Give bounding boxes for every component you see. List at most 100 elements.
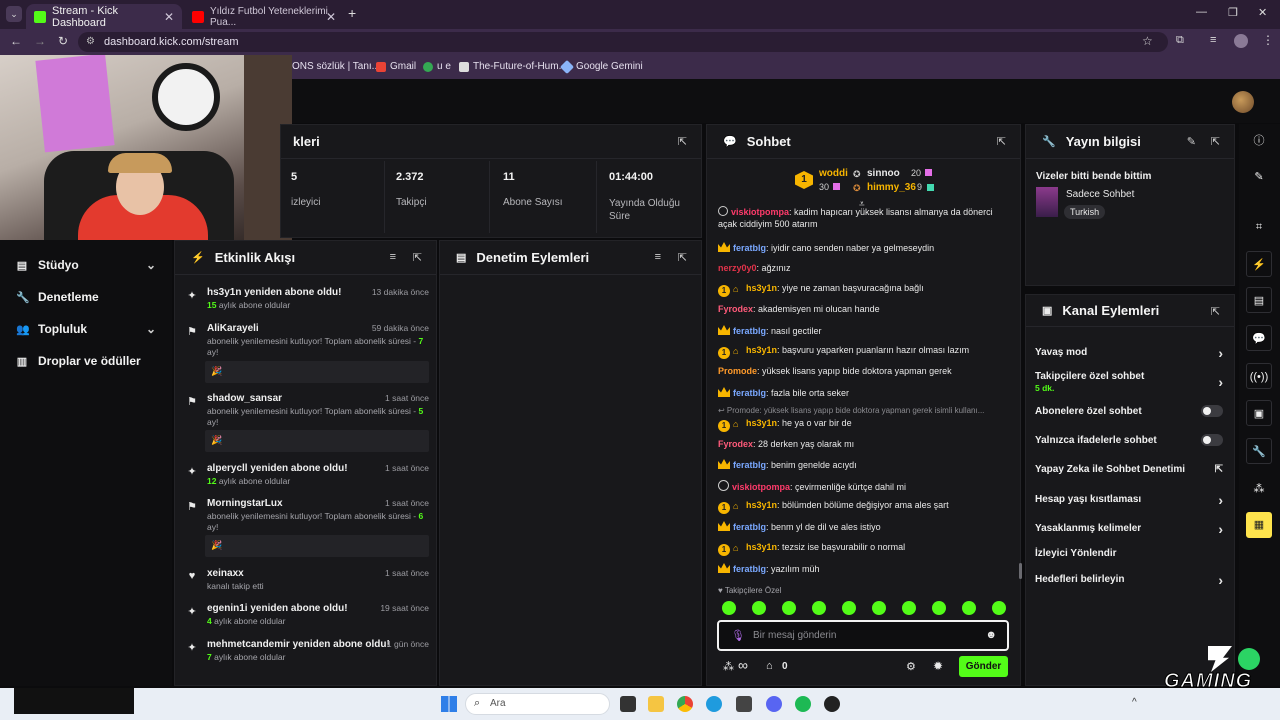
forward-icon[interactable]: →	[34, 34, 46, 48]
sidebar-item-drops[interactable]: ▥ Droplar ve ödüller	[16, 354, 156, 368]
chat-username[interactable]: feratblg	[733, 564, 766, 574]
info-icon[interactable]: ⓘ	[1246, 128, 1272, 154]
chat-username[interactable]: hs3y1n	[746, 500, 777, 510]
emote-icon[interactable]	[812, 601, 826, 615]
taskbar-search[interactable]: ⌕ Ara	[465, 693, 610, 715]
tray-chevron-icon[interactable]: ^	[1132, 697, 1137, 708]
chat-username[interactable]: feratblg	[733, 326, 766, 336]
bookmark-item[interactable]: Google Gemini	[559, 59, 643, 74]
chrome-icon[interactable]	[677, 696, 693, 712]
store-icon[interactable]	[736, 696, 752, 712]
chat-username[interactable]: feratblg	[733, 243, 766, 253]
popout-icon[interactable]: ⇱	[1211, 305, 1220, 318]
windows-start-icon[interactable]	[441, 696, 457, 712]
bookmark-item[interactable]: Gmail	[376, 61, 416, 72]
tab-youtube[interactable]: Yıldız Futbol Yeteneklerimi Pua... ✕	[184, 4, 344, 29]
emote-icon[interactable]	[932, 601, 946, 615]
emote-icon[interactable]	[842, 601, 856, 615]
tab-menu-icon[interactable]: ⌄	[6, 6, 22, 22]
send-button[interactable]: Gönder	[959, 656, 1008, 677]
extensions-icon[interactable]: ⧉	[1176, 34, 1184, 47]
sidebar-item-community[interactable]: 👥 Topluluk ⌄	[16, 322, 156, 336]
followers-only-row[interactable]: Takipçilere özel sohbet 5 dk. ›	[1035, 371, 1225, 393]
site-info-icon[interactable]: ⚙	[86, 32, 95, 52]
edit-icon[interactable]: ✎	[1187, 135, 1196, 148]
chat-input[interactable]: 🎙 Bir mesaj gönderin ☻	[717, 620, 1009, 651]
spotify-icon[interactable]	[795, 696, 811, 712]
points-icon[interactable]: ⁂	[723, 660, 734, 673]
leader-name[interactable]: himmy_36	[867, 182, 916, 193]
chat-username[interactable]: viskiotpompa	[731, 207, 789, 217]
sidebar-item-moderation[interactable]: 🔧 Denetleme	[16, 290, 156, 304]
scrollbar[interactable]	[1019, 563, 1022, 579]
slow-mode-row[interactable]: Yavaş mod ›	[1035, 345, 1225, 361]
chat-username[interactable]: feratblg	[733, 460, 766, 470]
bot-icon[interactable]: ✹	[933, 659, 943, 673]
reply-preview[interactable]: ↩ Promode: yüksek lisans yapıp bide dokt…	[718, 406, 984, 415]
microphone-icon[interactable]: 🎙	[731, 629, 745, 642]
account-age-row[interactable]: Hesap yaşı kısıtlaması ›	[1035, 492, 1225, 508]
sidebar-item-studio[interactable]: ▤ Stüdyo ⌄	[16, 258, 156, 272]
emote-icon[interactable]	[782, 601, 796, 615]
chat-username[interactable]: feratblg	[733, 388, 766, 398]
channel-rail-icon[interactable]: ▣	[1246, 400, 1272, 426]
url-field[interactable]: ⚙ dashboard.kick.com/stream	[78, 32, 1168, 52]
subscribers-only-toggle[interactable]	[1201, 405, 1223, 417]
chat-username[interactable]: Fyrodex	[718, 439, 753, 449]
filter-icon[interactable]: ≡	[390, 251, 396, 263]
task-view-icon[interactable]	[620, 696, 636, 712]
broadcast-icon[interactable]: ((•))	[1246, 363, 1272, 389]
file-explorer-icon[interactable]	[648, 696, 664, 712]
obs-icon[interactable]	[824, 696, 840, 712]
points-rail-icon[interactable]: ⁂	[1246, 476, 1272, 502]
settings-icon[interactable]: ⚙	[906, 660, 916, 673]
popout-icon[interactable]: ⇱	[997, 135, 1006, 148]
popout-icon[interactable]: ⇱	[413, 251, 422, 264]
tab-kick-dashboard[interactable]: Stream - Kick Dashboard ✕	[26, 4, 182, 29]
popout-icon[interactable]: ⇱	[678, 135, 687, 148]
new-tab-button[interactable]: +	[348, 5, 356, 21]
chat-username[interactable]: Fyrodex	[718, 304, 753, 314]
popout-icon[interactable]: ⇱	[1211, 135, 1220, 148]
host-row[interactable]: İzleyici Yönlendir	[1035, 548, 1225, 559]
bookmark-item[interactable]: The-Future-of-Hum...	[459, 61, 567, 72]
maximize-icon[interactable]: ❐	[1228, 6, 1238, 19]
close-window-icon[interactable]: ✕	[1258, 6, 1267, 19]
chat-username[interactable]: hs3y1n	[746, 542, 777, 552]
emoji-icon[interactable]: ☻	[985, 629, 997, 641]
screenshot-icon[interactable]: ⌗	[1246, 214, 1272, 240]
discord-icon[interactable]	[766, 696, 782, 712]
chat-username[interactable]: hs3y1n	[746, 345, 777, 355]
bolt-rail-icon[interactable]: ⚡	[1246, 251, 1272, 277]
user-avatar[interactable]	[1232, 91, 1254, 113]
emote-icon[interactable]	[872, 601, 886, 615]
close-tab-icon[interactable]: ✕	[326, 10, 336, 24]
ai-moderation-row[interactable]: Yapay Zeka ile Sohbet Denetimi ⇱	[1035, 464, 1225, 475]
chat-username[interactable]: viskiotpompa	[732, 482, 790, 492]
emote-icon[interactable]	[962, 601, 976, 615]
bookmark-star-icon[interactable]: ☆	[1142, 34, 1153, 48]
category-name[interactable]: Sadece Sohbet	[1066, 189, 1134, 200]
edge-icon[interactable]	[706, 696, 722, 712]
leader-name[interactable]: sinnoo	[867, 168, 900, 179]
bookmark-item[interactable]: u e	[423, 61, 451, 72]
edit-rail-icon[interactable]: ✎	[1246, 164, 1272, 190]
leader-name[interactable]: woddi	[819, 168, 848, 179]
emote-icon[interactable]	[722, 601, 736, 615]
highlight-rail-icon[interactable]: ▦	[1246, 512, 1272, 538]
chat-rail-icon[interactable]: 💬	[1246, 325, 1272, 351]
chat-username[interactable]: nerzy0y0	[718, 263, 757, 273]
wrench-rail-icon[interactable]: 🔧	[1246, 438, 1272, 464]
document-rail-icon[interactable]: ▤	[1246, 287, 1272, 313]
minimize-icon[interactable]: —	[1196, 6, 1207, 18]
emote-icon[interactable]	[902, 601, 916, 615]
filter-icon[interactable]: ≡	[655, 251, 661, 263]
emotes-only-toggle[interactable]	[1201, 434, 1223, 446]
chat-username[interactable]: hs3y1n	[746, 418, 777, 428]
chat-username[interactable]: hs3y1n	[746, 283, 777, 293]
chat-username[interactable]: Promode	[718, 366, 757, 376]
popout-icon[interactable]: ⇱	[678, 251, 687, 264]
close-tab-icon[interactable]: ✕	[164, 10, 174, 24]
shop-icon[interactable]: ⌂	[766, 660, 773, 672]
goals-row[interactable]: Hedefleri belirleyin ›	[1035, 572, 1225, 588]
